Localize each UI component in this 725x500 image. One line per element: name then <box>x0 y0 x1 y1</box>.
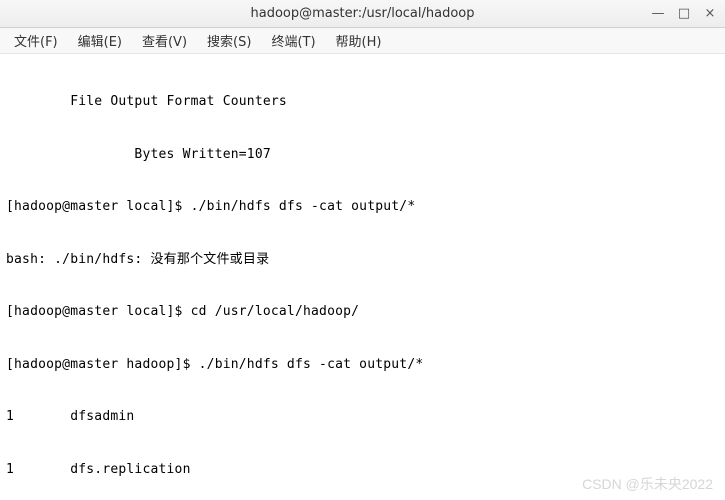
window-controls: — □ × <box>649 4 719 22</box>
menu-help[interactable]: 帮助(H) <box>328 28 390 53</box>
maximize-button[interactable]: □ <box>675 4 693 22</box>
titlebar: hadoop@master:/usr/local/hadoop — □ × <box>0 0 725 28</box>
terminal-line: [hadoop@master hadoop]$ ./bin/hdfs dfs -… <box>6 356 719 374</box>
menu-view[interactable]: 查看(V) <box>134 28 195 53</box>
close-button[interactable]: × <box>701 4 719 22</box>
menu-search[interactable]: 搜索(S) <box>199 28 259 53</box>
menu-edit[interactable]: 编辑(E) <box>70 28 130 53</box>
menu-file[interactable]: 文件(F) <box>6 28 66 53</box>
minimize-button[interactable]: — <box>649 4 667 22</box>
terminal-line: 1 dfsadmin <box>6 408 719 426</box>
terminal-line: [hadoop@master local]$ ./bin/hdfs dfs -c… <box>6 198 719 216</box>
terminal-line: [hadoop@master local]$ cd /usr/local/had… <box>6 303 719 321</box>
terminal-line: File Output Format Counters <box>6 93 719 111</box>
menubar: 文件(F) 编辑(E) 查看(V) 搜索(S) 终端(T) 帮助(H) <box>0 28 725 54</box>
window-title: hadoop@master:/usr/local/hadoop <box>250 6 474 21</box>
terminal-line: Bytes Written=107 <box>6 146 719 164</box>
terminal-line: 1 dfs.replication <box>6 461 719 479</box>
terminal-line: bash: ./bin/hdfs: 没有那个文件或目录 <box>6 251 719 269</box>
terminal-area[interactable]: File Output Format Counters Bytes Writte… <box>0 54 725 500</box>
menu-terminal[interactable]: 终端(T) <box>263 28 323 53</box>
